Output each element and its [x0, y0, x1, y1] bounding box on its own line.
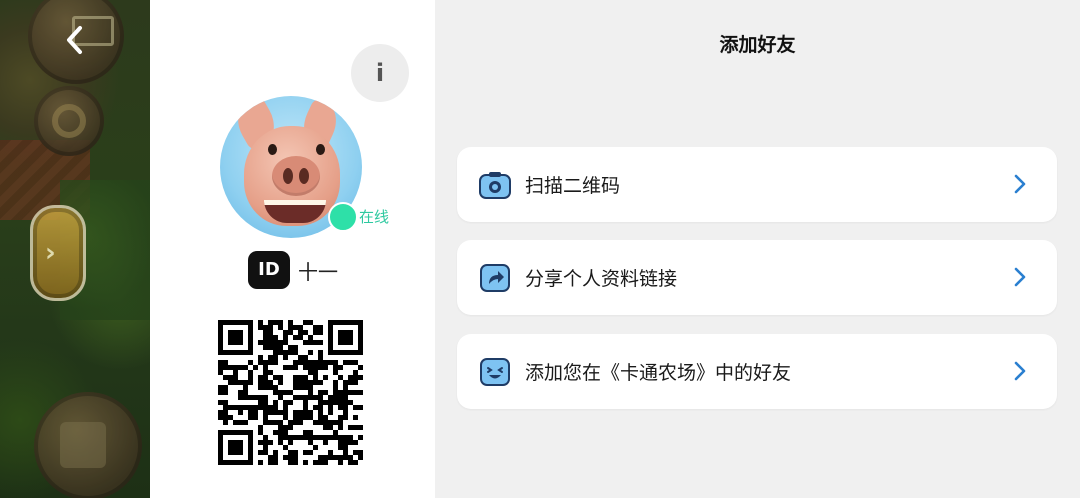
user-id-row: ID 十一 [248, 251, 338, 289]
online-status-label: 在线 [359, 208, 390, 226]
share-profile-link-label: 分享个人资料链接 [525, 268, 678, 290]
online-status-dot [328, 202, 358, 232]
smiley-icon [479, 357, 511, 386]
id-badge: ID [248, 251, 290, 289]
add-hayday-friends-label: 添加您在《卡通农场》中的好友 [525, 362, 792, 384]
chevron-left-icon [67, 26, 82, 54]
cash-register-icon [60, 422, 106, 468]
gear-icon [52, 104, 86, 138]
add-friend-panel: 添加好友 扫描二维码 分享个人资料链接 添加您在《卡通农场》中的好友 [435, 0, 1080, 498]
scan-qr-label: 扫描二维码 [525, 175, 621, 197]
chevron-right-icon [1014, 361, 1026, 381]
settings-button[interactable] [34, 86, 104, 156]
scan-qr-option[interactable]: 扫描二维码 [457, 147, 1057, 222]
pig-eye-right [316, 144, 325, 155]
chevron-right-icon [1014, 174, 1026, 194]
info-button[interactable]: i [351, 44, 409, 102]
game-background: › [0, 0, 150, 498]
profile-panel: i 在线 ID 十一 [150, 0, 435, 498]
shop-button[interactable] [34, 392, 142, 498]
chevron-right-icon: › [45, 238, 56, 268]
add-hayday-friends-option[interactable]: 添加您在《卡通农场》中的好友 [457, 334, 1057, 409]
chevron-right-icon [1014, 267, 1026, 287]
pig-snout [272, 156, 320, 196]
expand-menu-button[interactable]: › [30, 205, 86, 301]
qr-code[interactable] [218, 320, 363, 465]
pig-eye-left [268, 144, 277, 155]
share-icon [479, 263, 511, 292]
display-name: 十一 [298, 259, 338, 284]
share-profile-link-option[interactable]: 分享个人资料链接 [457, 240, 1057, 315]
back-button[interactable] [60, 20, 90, 60]
camera-icon [479, 171, 511, 199]
info-icon: i [375, 59, 385, 87]
page-title: 添加好友 [719, 34, 796, 56]
